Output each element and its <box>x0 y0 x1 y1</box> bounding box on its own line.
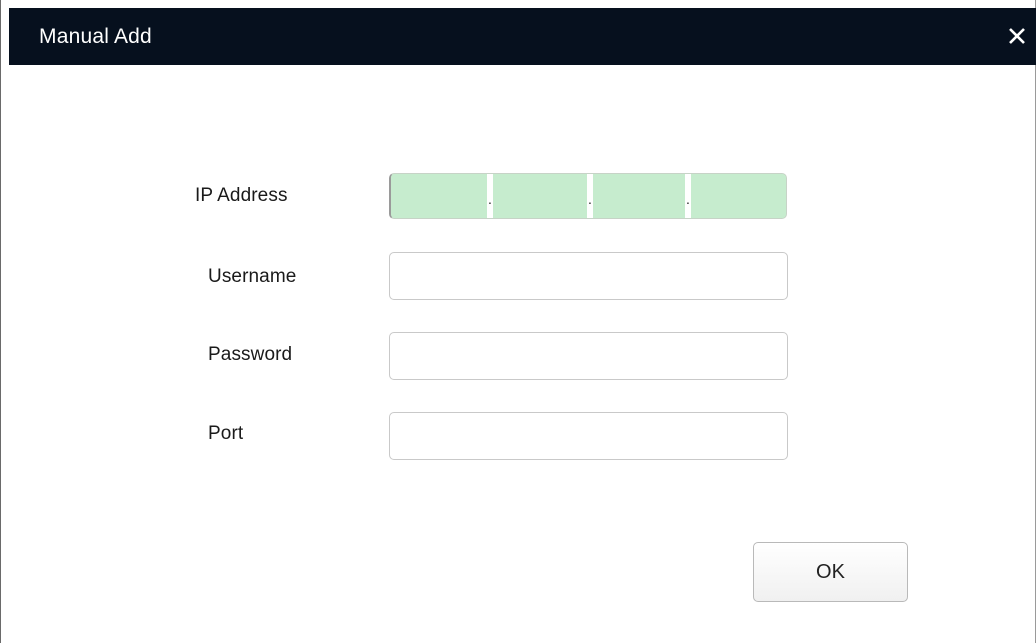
close-icon[interactable] <box>1005 20 1031 50</box>
ip-dot: . <box>686 191 690 207</box>
dialog-titlebar: Manual Add <box>9 8 1036 65</box>
manual-add-dialog: Manual Add IP Address . . . Username Pas… <box>0 0 1036 643</box>
ip-octet-3[interactable] <box>593 174 685 218</box>
ok-button[interactable]: OK <box>753 542 908 602</box>
port-input[interactable] <box>389 412 788 460</box>
ip-octet-1[interactable] <box>391 174 487 218</box>
username-input[interactable] <box>389 252 788 300</box>
ip-dot: . <box>588 191 592 207</box>
username-label: Username <box>208 266 297 287</box>
password-input[interactable] <box>389 332 788 380</box>
dialog-title: Manual Add <box>39 25 152 48</box>
ip-address-field: . . . <box>389 173 787 219</box>
ip-address-label: IP Address <box>195 185 288 206</box>
ip-octet-4[interactable] <box>691 174 786 218</box>
password-label: Password <box>208 344 293 365</box>
ip-dot: . <box>488 191 492 207</box>
ip-octet-2[interactable] <box>493 174 587 218</box>
port-label: Port <box>208 423 244 444</box>
